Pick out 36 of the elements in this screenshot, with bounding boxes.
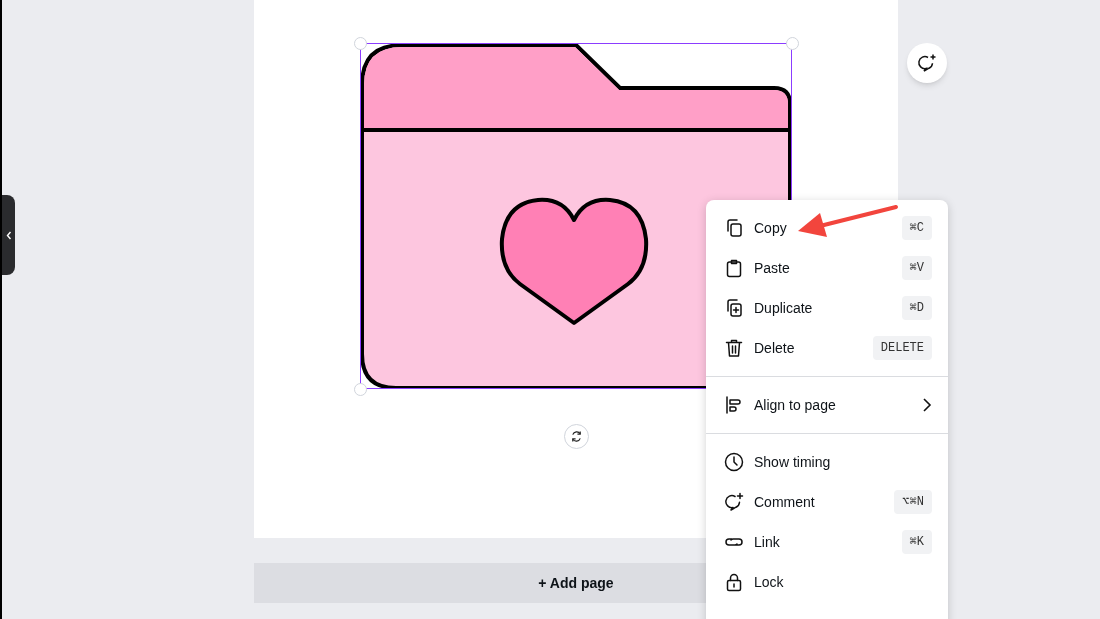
menu-item-label: Show timing [754,452,831,472]
duplicate-icon [724,298,744,318]
shortcut-key: ⌘D [901,296,932,320]
menu-item[interactable]: Comment ⌥⌘N [706,482,948,522]
menu-item-label: Align to page [754,395,836,415]
menu-item-label: Lock [754,572,784,592]
clock-icon [724,452,744,472]
menu-item[interactable]: Link ⌘K [706,522,948,562]
add-comment-button[interactable] [907,43,947,83]
menu-item[interactable]: Show timing [706,442,948,482]
align-icon [724,395,744,415]
trash-icon [724,338,744,358]
comment-add-icon [917,53,937,73]
menu-item[interactable]: Align to page [706,385,948,425]
shortcut-key: ⌘C [901,216,932,240]
panel-collapse-tab[interactable] [2,195,15,275]
menu-item-label: Link [754,532,780,552]
menu-item-label: Copy [754,218,787,238]
shortcut-key: ⌥⌘N [894,490,932,514]
lock-icon [724,572,744,592]
comment-add-icon [724,492,744,512]
chevron-left-icon [5,230,12,240]
menu-item[interactable]: Duplicate ⌘D [706,288,948,328]
menu-item-label: Delete [754,338,795,358]
menu-item[interactable]: Paste ⌘V [706,248,948,288]
copy-icon [724,218,744,238]
shortcut-key: ⌘V [901,256,932,280]
shortcut-key: ⌘K [901,530,932,554]
menu-item-label: Paste [754,258,790,278]
clipboard-icon [724,258,744,278]
menu-item-label: Comment [754,492,815,512]
menu-item-label: Duplicate [754,298,813,318]
chevron-right-icon [922,397,932,413]
menu-item[interactable]: Delete DELETE [706,328,948,368]
rotate-icon [570,430,583,443]
shortcut-key: DELETE [872,336,932,360]
